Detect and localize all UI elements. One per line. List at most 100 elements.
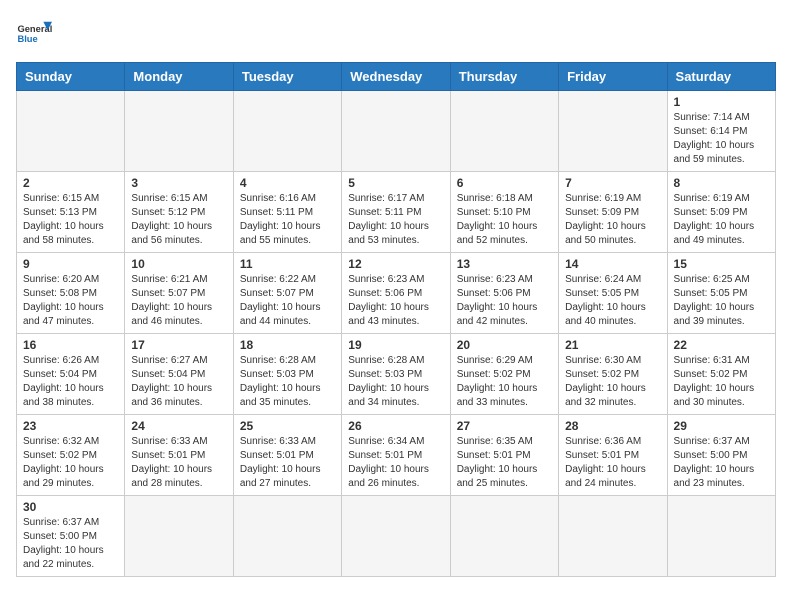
day-info: Sunrise: 6:27 AM Sunset: 5:04 PM Dayligh… (131, 354, 226, 410)
day-info: Sunrise: 6:18 AM Sunset: 5:10 PM Dayligh… (457, 192, 552, 248)
calendar-day-cell: 30 Sunrise: 6:37 AM Sunset: 5:00 PM Dayli… (17, 496, 125, 577)
calendar-day-cell: 4 Sunrise: 6:16 AM Sunset: 5:11 PM Daylig… (233, 172, 341, 253)
calendar-day-cell: 5 Sunrise: 6:17 AM Sunset: 5:11 PM Daylig… (342, 172, 450, 253)
day-info: Sunrise: 6:23 AM Sunset: 5:06 PM Dayligh… (457, 273, 552, 329)
calendar-day-cell: 21Sunrise: 6:30 AM Sunset: 5:02 PM Dayli… (559, 334, 667, 415)
calendar-day-cell: 25Sunrise: 6:33 AM Sunset: 5:01 PM Dayli… (233, 415, 341, 496)
calendar-day-cell (233, 496, 341, 577)
day-number: 16 (23, 338, 118, 352)
calendar-day-cell: 9Sunrise: 6:20 AM Sunset: 5:08 PM Daylig… (17, 253, 125, 334)
day-info: Sunrise: 6:31 AM Sunset: 5:02 PM Dayligh… (674, 354, 769, 410)
day-info: Sunrise: 6:33 AM Sunset: 5:01 PM Dayligh… (131, 435, 226, 491)
day-number: 26 (348, 419, 443, 433)
day-number: 2 (23, 176, 118, 190)
day-info: Sunrise: 6:21 AM Sunset: 5:07 PM Dayligh… (131, 273, 226, 329)
day-info: Sunrise: 6:36 AM Sunset: 5:01 PM Dayligh… (565, 435, 660, 491)
day-number: 29 (674, 419, 769, 433)
day-info: Sunrise: 6:28 AM Sunset: 5:03 PM Dayligh… (240, 354, 335, 410)
day-info: Sunrise: 6:25 AM Sunset: 5:05 PM Dayligh… (674, 273, 769, 329)
calendar-day-cell (342, 91, 450, 172)
day-number: 10 (131, 257, 226, 271)
calendar-day-cell: 7 Sunrise: 6:19 AM Sunset: 5:09 PM Daylig… (559, 172, 667, 253)
calendar-day-cell: 28 Sunrise: 6:36 AM Sunset: 5:01 PM Dayli… (559, 415, 667, 496)
day-number: 23 (23, 419, 118, 433)
day-info: Sunrise: 6:19 AM Sunset: 5:09 PM Dayligh… (674, 192, 769, 248)
calendar-day-cell (559, 496, 667, 577)
day-number: 15 (674, 257, 769, 271)
day-number: 20 (457, 338, 552, 352)
calendar-week-row: 16 Sunrise: 6:26 AM Sunset: 5:04 PM Dayli… (17, 334, 776, 415)
day-number: 3 (131, 176, 226, 190)
calendar-week-row: 1Sunrise: 7:14 AM Sunset: 6:14 PM Daylig… (17, 91, 776, 172)
calendar-week-row: 2 Sunrise: 6:15 AM Sunset: 5:13 PM Daylig… (17, 172, 776, 253)
day-info: Sunrise: 6:26 AM Sunset: 5:04 PM Dayligh… (23, 354, 118, 410)
day-number: 8 (674, 176, 769, 190)
logo: General Blue (16, 16, 52, 52)
day-number: 9 (23, 257, 118, 271)
calendar-day-cell: 23 Sunrise: 6:32 AM Sunset: 5:02 PM Dayli… (17, 415, 125, 496)
day-number: 4 (240, 176, 335, 190)
day-info: Sunrise: 6:16 AM Sunset: 5:11 PM Dayligh… (240, 192, 335, 248)
calendar-day-cell (450, 91, 558, 172)
calendar-day-cell: 14Sunrise: 6:24 AM Sunset: 5:05 PM Dayli… (559, 253, 667, 334)
day-number: 25 (240, 419, 335, 433)
calendar-header-row: SundayMondayTuesdayWednesdayThursdayFrid… (17, 63, 776, 91)
day-info: Sunrise: 6:29 AM Sunset: 5:02 PM Dayligh… (457, 354, 552, 410)
day-number: 24 (131, 419, 226, 433)
day-info: Sunrise: 6:35 AM Sunset: 5:01 PM Dayligh… (457, 435, 552, 491)
calendar-day-cell: 16 Sunrise: 6:26 AM Sunset: 5:04 PM Dayli… (17, 334, 125, 415)
calendar-day-cell: 10 Sunrise: 6:21 AM Sunset: 5:07 PM Dayli… (125, 253, 233, 334)
day-info: Sunrise: 6:32 AM Sunset: 5:02 PM Dayligh… (23, 435, 118, 491)
calendar-day-cell: 26Sunrise: 6:34 AM Sunset: 5:01 PM Dayli… (342, 415, 450, 496)
day-of-week-header: Saturday (667, 63, 775, 91)
calendar-day-cell (342, 496, 450, 577)
calendar-day-cell (667, 496, 775, 577)
day-number: 6 (457, 176, 552, 190)
calendar-day-cell (450, 496, 558, 577)
calendar-day-cell: 2 Sunrise: 6:15 AM Sunset: 5:13 PM Daylig… (17, 172, 125, 253)
day-number: 13 (457, 257, 552, 271)
calendar-day-cell: 27 Sunrise: 6:35 AM Sunset: 5:01 PM Dayli… (450, 415, 558, 496)
day-number: 27 (457, 419, 552, 433)
day-info: Sunrise: 6:15 AM Sunset: 5:13 PM Dayligh… (23, 192, 118, 248)
calendar-day-cell: 22 Sunrise: 6:31 AM Sunset: 5:02 PM Dayli… (667, 334, 775, 415)
day-number: 30 (23, 500, 118, 514)
calendar-day-cell: 8 Sunrise: 6:19 AM Sunset: 5:09 PM Daylig… (667, 172, 775, 253)
calendar-week-row: 30 Sunrise: 6:37 AM Sunset: 5:00 PM Dayli… (17, 496, 776, 577)
calendar-day-cell: 12Sunrise: 6:23 AM Sunset: 5:06 PM Dayli… (342, 253, 450, 334)
day-number: 7 (565, 176, 660, 190)
calendar-day-cell: 15 Sunrise: 6:25 AM Sunset: 5:05 PM Dayli… (667, 253, 775, 334)
generalblue-logo-icon: General Blue (16, 16, 52, 52)
calendar-day-cell (559, 91, 667, 172)
day-info: Sunrise: 6:37 AM Sunset: 5:00 PM Dayligh… (23, 516, 118, 572)
day-info: Sunrise: 6:28 AM Sunset: 5:03 PM Dayligh… (348, 354, 443, 410)
day-of-week-header: Friday (559, 63, 667, 91)
day-number: 22 (674, 338, 769, 352)
day-number: 28 (565, 419, 660, 433)
calendar-day-cell: 24 Sunrise: 6:33 AM Sunset: 5:01 PM Dayli… (125, 415, 233, 496)
calendar-week-row: 23 Sunrise: 6:32 AM Sunset: 5:02 PM Dayli… (17, 415, 776, 496)
day-number: 5 (348, 176, 443, 190)
day-info: Sunrise: 6:19 AM Sunset: 5:09 PM Dayligh… (565, 192, 660, 248)
calendar-day-cell (125, 496, 233, 577)
calendar-day-cell: 20 Sunrise: 6:29 AM Sunset: 5:02 PM Dayli… (450, 334, 558, 415)
calendar-day-cell (17, 91, 125, 172)
day-of-week-header: Monday (125, 63, 233, 91)
day-number: 19 (348, 338, 443, 352)
day-number: 11 (240, 257, 335, 271)
day-number: 14 (565, 257, 660, 271)
day-of-week-header: Thursday (450, 63, 558, 91)
calendar-day-cell: 6 Sunrise: 6:18 AM Sunset: 5:10 PM Daylig… (450, 172, 558, 253)
day-of-week-header: Tuesday (233, 63, 341, 91)
calendar-day-cell (233, 91, 341, 172)
calendar-week-row: 9Sunrise: 6:20 AM Sunset: 5:08 PM Daylig… (17, 253, 776, 334)
calendar-day-cell: 13 Sunrise: 6:23 AM Sunset: 5:06 PM Dayli… (450, 253, 558, 334)
page-header: General Blue (16, 16, 776, 52)
day-of-week-header: Sunday (17, 63, 125, 91)
day-info: Sunrise: 6:30 AM Sunset: 5:02 PM Dayligh… (565, 354, 660, 410)
calendar-day-cell: 3Sunrise: 6:15 AM Sunset: 5:12 PM Daylig… (125, 172, 233, 253)
day-info: Sunrise: 6:17 AM Sunset: 5:11 PM Dayligh… (348, 192, 443, 248)
calendar-day-cell: 29Sunrise: 6:37 AM Sunset: 5:00 PM Dayli… (667, 415, 775, 496)
day-number: 18 (240, 338, 335, 352)
day-info: Sunrise: 6:23 AM Sunset: 5:06 PM Dayligh… (348, 273, 443, 329)
